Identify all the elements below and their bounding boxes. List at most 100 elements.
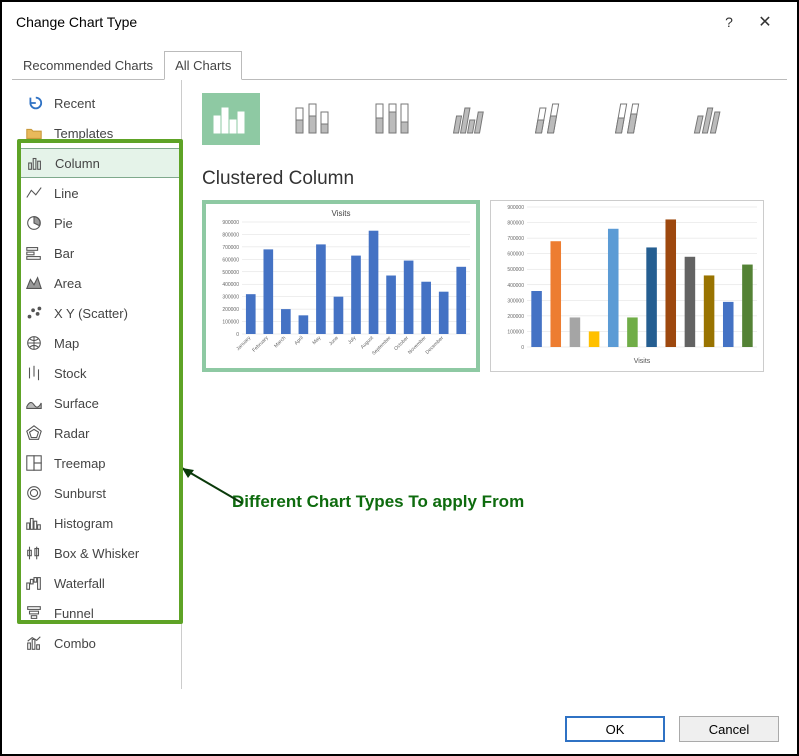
sunburst-chart-icon	[24, 483, 44, 503]
svg-text:September: September	[371, 335, 393, 357]
map-chart-icon	[24, 333, 44, 353]
radar-chart-icon	[24, 423, 44, 443]
folder-icon	[24, 123, 44, 143]
sidebar-item-histogram[interactable]: Histogram	[18, 508, 181, 538]
sidebar-item-stock[interactable]: Stock	[18, 358, 181, 388]
sidebar-item-surface[interactable]: Surface	[18, 388, 181, 418]
sidebar-item-label: Pie	[54, 216, 73, 231]
stock-chart-icon	[24, 363, 44, 383]
sidebar-item-bar[interactable]: Bar	[18, 238, 181, 268]
svg-text:400000: 400000	[507, 283, 524, 289]
subtype-clustered-3d[interactable]	[442, 93, 500, 145]
sidebar-item-area[interactable]: Area	[18, 268, 181, 298]
preview-2[interactable]: 0100000200000300000400000500000600000700…	[490, 200, 764, 372]
tab-recommended[interactable]: Recommended Charts	[12, 51, 164, 80]
subtype-clustered-2d[interactable]	[202, 93, 260, 145]
title-bar: Change Chart Type ? ✕	[2, 2, 797, 42]
subtype-stacked-3d[interactable]	[522, 93, 580, 145]
svg-text:100000: 100000	[507, 329, 524, 335]
sidebar-item-treemap[interactable]: Treemap	[18, 448, 181, 478]
sidebar-item-waterfall[interactable]: Waterfall	[18, 568, 181, 598]
svg-text:0: 0	[236, 332, 239, 338]
sidebar-item-recent[interactable]: Recent	[18, 88, 181, 118]
sidebar-item-radar[interactable]: Radar	[18, 418, 181, 448]
sidebar-item-combo[interactable]: Combo	[18, 628, 181, 658]
svg-text:August: August	[360, 335, 376, 351]
svg-text:500000: 500000	[507, 267, 524, 273]
svg-text:200000: 200000	[222, 307, 239, 313]
sidebar-item-pie[interactable]: Pie	[18, 208, 181, 238]
svg-text:700000: 700000	[507, 236, 524, 242]
sidebar-item-funnel[interactable]: Funnel	[18, 598, 181, 628]
subtype-100stacked-3d[interactable]	[602, 93, 660, 145]
sidebar-item-label: Surface	[54, 396, 99, 411]
svg-text:June: June	[328, 335, 340, 347]
close-button[interactable]: ✕	[747, 12, 783, 32]
svg-text:December: December	[425, 335, 446, 356]
preview-1[interactable]: Visits 0 100000 200000 300000 400000 500000 600…	[202, 200, 480, 372]
sidebar-item-label: Radar	[54, 426, 89, 441]
window-title: Change Chart Type	[16, 14, 711, 30]
svg-text:900000: 900000	[222, 220, 239, 226]
svg-text:200000: 200000	[507, 314, 524, 320]
sidebar-item-label: Funnel	[54, 606, 94, 621]
annotation-text: Different Chart Types To apply From	[232, 492, 524, 512]
scatter-chart-icon	[24, 303, 44, 323]
sidebar-item-label: Histogram	[54, 516, 113, 531]
sidebar-item-boxwhisker[interactable]: Box & Whisker	[18, 538, 181, 568]
svg-text:500000: 500000	[222, 270, 239, 276]
subtype-3d-column[interactable]	[682, 93, 740, 145]
svg-text:0: 0	[521, 345, 524, 351]
surface-chart-icon	[24, 393, 44, 413]
sidebar-item-label: Bar	[54, 246, 74, 261]
svg-text:Visits: Visits	[634, 358, 651, 365]
svg-text:600000: 600000	[507, 252, 524, 258]
area-chart-icon	[24, 273, 44, 293]
sidebar-item-column[interactable]: Column	[18, 148, 181, 178]
sidebar-item-label: Combo	[54, 636, 96, 651]
funnel-chart-icon	[24, 603, 44, 623]
cancel-button[interactable]: Cancel	[679, 716, 779, 742]
svg-text:400000: 400000	[222, 282, 239, 288]
sidebar-item-templates[interactable]: Templates	[18, 118, 181, 148]
svg-text:800000: 800000	[222, 232, 239, 238]
sidebar-item-line[interactable]: Line	[18, 178, 181, 208]
histogram-chart-icon	[24, 513, 44, 533]
ok-button[interactable]: OK	[565, 716, 665, 742]
sidebar-item-label: Recent	[54, 96, 95, 111]
svg-text:Visits: Visits	[332, 209, 351, 218]
svg-text:100000: 100000	[222, 320, 239, 326]
subtype-stacked-2d[interactable]	[282, 93, 340, 145]
sidebar-item-map[interactable]: Map	[18, 328, 181, 358]
svg-text:February: February	[251, 335, 270, 354]
pie-chart-icon	[24, 213, 44, 233]
sidebar-item-label: Templates	[54, 126, 113, 141]
tab-strip: Recommended Charts All Charts	[2, 50, 797, 79]
svg-text:July: July	[347, 335, 358, 346]
right-panel: Clustered Column Visits01000002000003000…	[182, 80, 787, 689]
bar-chart-icon	[24, 243, 44, 263]
sidebar-item-label: Line	[54, 186, 79, 201]
sidebar-item-label: Area	[54, 276, 81, 291]
svg-text:300000: 300000	[222, 295, 239, 301]
boxwhisker-chart-icon	[24, 543, 44, 563]
sidebar-item-label: Sunburst	[54, 486, 106, 501]
sidebar-item-sunburst[interactable]: Sunburst	[18, 478, 181, 508]
sidebar-item-scatter[interactable]: X Y (Scatter)	[18, 298, 181, 328]
sidebar-item-label: Waterfall	[54, 576, 105, 591]
sidebar-item-label: Column	[55, 156, 100, 171]
svg-text:May: May	[311, 335, 322, 346]
treemap-chart-icon	[24, 453, 44, 473]
preview-row: Visits 0 100000 200000 300000 400000 500000 600…	[202, 200, 787, 372]
tab-all-charts[interactable]: All Charts	[164, 51, 242, 80]
help-button[interactable]: ?	[711, 14, 747, 30]
sidebar-item-label: Map	[54, 336, 79, 351]
svg-text:April: April	[293, 335, 304, 346]
svg-text:600000: 600000	[222, 257, 239, 263]
svg-text:800000: 800000	[507, 221, 524, 227]
svg-text:900000: 900000	[507, 205, 524, 211]
line-chart-icon	[24, 183, 44, 203]
subtype-100stacked-2d[interactable]	[362, 93, 420, 145]
sidebar-item-label: Stock	[54, 366, 87, 381]
sidebar-item-label: X Y (Scatter)	[54, 306, 128, 321]
